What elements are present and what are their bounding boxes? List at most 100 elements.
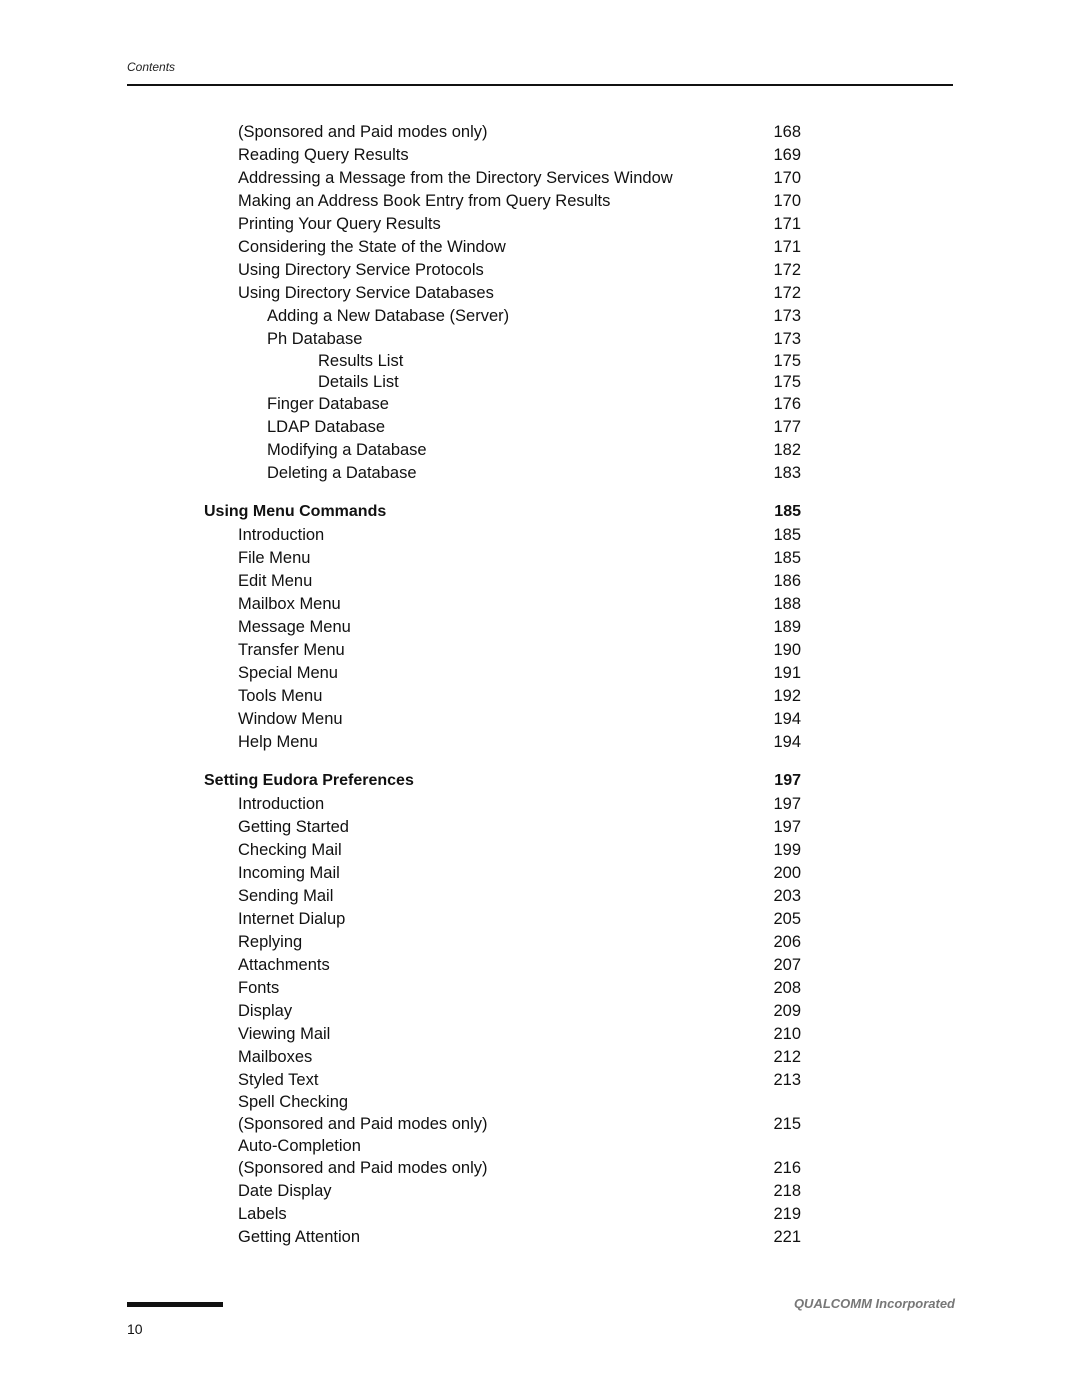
toc-entry[interactable]: Getting Started 197 <box>0 816 1080 839</box>
toc-entry-title: Replying <box>238 933 303 951</box>
toc-entry-title: Transfer Menu <box>238 641 345 659</box>
toc-entry-title: Date Display <box>238 1182 332 1200</box>
toc-entry-title: Introduction <box>238 526 325 544</box>
toc-entry-page: 197 <box>773 818 801 836</box>
toc-entry-page: 215 <box>773 1115 801 1133</box>
toc-entry[interactable]: Sending Mail 203 <box>0 885 1080 908</box>
toc-entry[interactable]: Details List 175 <box>0 372 1080 393</box>
toc-entry-page: 185 <box>773 526 801 544</box>
toc-entry-page: 212 <box>773 1048 801 1066</box>
toc-entry[interactable]: Mailbox Menu 188 <box>0 593 1080 616</box>
toc-entry[interactable]: Results List 175 <box>0 351 1080 372</box>
toc-entry-title: Mailbox Menu <box>238 595 341 613</box>
toc-entry-page: 182 <box>773 441 801 459</box>
toc-entry[interactable]: Display 209 <box>0 1000 1080 1023</box>
toc-entry[interactable]: Finger Database 176 <box>0 393 1080 416</box>
toc-entry[interactable]: Styled Text 213 <box>0 1069 1080 1092</box>
toc-entry[interactable]: Making an Address Book Entry from Query … <box>0 190 1080 213</box>
toc-entry-page: 188 <box>773 595 801 613</box>
toc-entry-page: 170 <box>773 192 801 210</box>
toc-entry[interactable]: Replying 206 <box>0 931 1080 954</box>
toc-entry[interactable]: LDAP Database 177 <box>0 416 1080 439</box>
toc-chapter-entry[interactable]: Using Menu Commands 185 <box>0 499 1080 524</box>
toc-entry-page: 186 <box>773 572 801 590</box>
toc-entry[interactable]: Fonts 208 <box>0 977 1080 1000</box>
toc-entry[interactable]: Ph Database 173 <box>0 328 1080 351</box>
toc-entry[interactable]: File Menu 185 <box>0 547 1080 570</box>
table-of-contents: (Sponsored and Paid modes only) 168 Readin… <box>0 121 1080 1249</box>
toc-entry[interactable]: Checking Mail 199 <box>0 839 1080 862</box>
toc-entry[interactable]: Using Directory Service Protocols 172 <box>0 259 1080 282</box>
toc-entry[interactable]: Date Display 218 <box>0 1180 1080 1203</box>
toc-entry-title: (Sponsored and Paid modes only) <box>238 1115 488 1133</box>
toc-entry-title: Getting Attention <box>238 1228 361 1246</box>
toc-entry-title: Styled Text <box>238 1071 319 1089</box>
toc-entry-page: 218 <box>773 1182 801 1200</box>
toc-entry-page: 168 <box>773 123 801 141</box>
toc-entry[interactable]: Help Menu 194 <box>0 731 1080 754</box>
toc-entry[interactable]: Modifying a Database 182 <box>0 439 1080 462</box>
toc-entry-title: Message Menu <box>238 618 351 636</box>
toc-entry-page: 197 <box>774 772 801 789</box>
toc-entry-title: Help Menu <box>238 733 318 751</box>
toc-entry-page: 194 <box>773 710 801 728</box>
toc-entry[interactable]: Labels 219 <box>0 1203 1080 1226</box>
toc-entry[interactable]: Deleting a Database 183 <box>0 462 1080 485</box>
toc-entry-title: Labels <box>238 1205 287 1223</box>
toc-entry-page: 190 <box>773 641 801 659</box>
toc-entry[interactable]: Message Menu 189 <box>0 616 1080 639</box>
toc-chapter-entry[interactable]: Setting Eudora Preferences 197 <box>0 768 1080 793</box>
toc-entry-title: Incoming Mail <box>238 864 340 882</box>
toc-entry[interactable]: Auto-Completion <box>0 1136 1080 1157</box>
toc-entry-title: Ph Database <box>267 330 363 348</box>
toc-entry[interactable]: Reading Query Results 169 <box>0 144 1080 167</box>
toc-entry[interactable]: Introduction 197 <box>0 793 1080 816</box>
toc-entry[interactable]: Incoming Mail 200 <box>0 862 1080 885</box>
toc-entry-title: Sending Mail <box>238 887 334 905</box>
toc-entry-page: 216 <box>773 1159 801 1177</box>
toc-entry[interactable]: Transfer Menu 190 <box>0 639 1080 662</box>
toc-entry[interactable]: Spell Checking <box>0 1092 1080 1113</box>
toc-entry-title: Spell Checking <box>238 1093 349 1111</box>
toc-entry-page: 183 <box>773 464 801 482</box>
toc-entry-title: Edit Menu <box>238 572 313 590</box>
toc-entry-page: 173 <box>773 307 801 325</box>
toc-entry-title: Introduction <box>238 795 325 813</box>
toc-entry[interactable]: Attachments 207 <box>0 954 1080 977</box>
toc-entry[interactable]: Using Directory Service Databases 172 <box>0 282 1080 305</box>
toc-entry[interactable]: Window Menu 194 <box>0 708 1080 731</box>
toc-entry[interactable]: Internet Dialup 205 <box>0 908 1080 931</box>
toc-entry[interactable]: Getting Attention 221 <box>0 1226 1080 1249</box>
toc-entry[interactable]: Viewing Mail 210 <box>0 1023 1080 1046</box>
footer-rule <box>127 1302 223 1307</box>
toc-entry[interactable]: (Sponsored and Paid modes only) 216 <box>0 1157 1080 1180</box>
toc-entry-page: 205 <box>773 910 801 928</box>
toc-entry[interactable]: Introduction 185 <box>0 524 1080 547</box>
toc-entry-title: Auto-Completion <box>238 1137 361 1155</box>
toc-entry[interactable]: Printing Your Query Results 171 <box>0 213 1080 236</box>
toc-entry[interactable]: (Sponsored and Paid modes only) 215 <box>0 1113 1080 1136</box>
toc-entry[interactable]: (Sponsored and Paid modes only) 168 <box>0 121 1080 144</box>
toc-entry[interactable]: Mailboxes 212 <box>0 1046 1080 1069</box>
toc-entry-page: 171 <box>773 238 801 256</box>
toc-entry-title: Printing Your Query Results <box>238 215 441 233</box>
toc-entry[interactable]: Edit Menu 186 <box>0 570 1080 593</box>
toc-entry-page: 173 <box>773 330 801 348</box>
toc-entry-page: 191 <box>773 664 801 682</box>
toc-entry-title: Results List <box>318 352 404 370</box>
toc-entry-title: Mailboxes <box>238 1048 313 1066</box>
toc-entry-page: 208 <box>773 979 801 997</box>
toc-entry[interactable]: Addressing a Message from the Directory … <box>0 167 1080 190</box>
toc-entry-title: (Sponsored and Paid modes only) <box>238 1159 488 1177</box>
toc-entry-page: 221 <box>773 1228 801 1246</box>
toc-entry-page: 175 <box>773 373 801 391</box>
toc-entry[interactable]: Tools Menu 192 <box>0 685 1080 708</box>
running-head: Contents <box>127 60 176 74</box>
toc-entry-page: 197 <box>773 795 801 813</box>
toc-entry-page: 177 <box>773 418 801 436</box>
toc-entry[interactable]: Considering the State of the Window 171 <box>0 236 1080 259</box>
toc-entry[interactable]: Special Menu 191 <box>0 662 1080 685</box>
toc-entry-page: 175 <box>773 352 801 370</box>
toc-entry-title: Considering the State of the Window <box>238 238 506 256</box>
toc-entry[interactable]: Adding a New Database (Server) 173 <box>0 305 1080 328</box>
